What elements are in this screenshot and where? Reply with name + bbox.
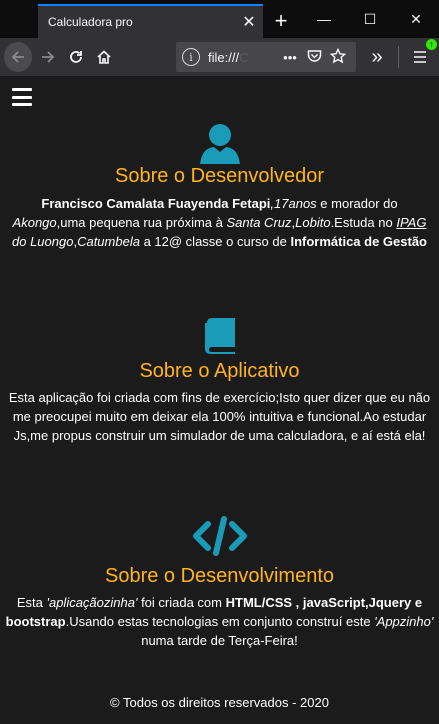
home-button[interactable]: [90, 42, 118, 72]
tab-title: Calculadora pro: [48, 15, 133, 29]
toolbar-separator: [398, 46, 399, 68]
code-icon: [0, 516, 439, 556]
nav-toolbar: i file:///C ••• » ↑: [0, 38, 439, 76]
reload-icon: [70, 51, 82, 63]
close-window-button[interactable]: ✕: [393, 0, 439, 38]
arrow-right-icon: [42, 51, 55, 63]
tab-strip: Calculadora pro ✕ + — ☐ ✕: [0, 0, 439, 38]
menu-icon: [414, 51, 426, 63]
development-text: Esta 'aplicaçãozinha' foi criada com HTM…: [5, 595, 434, 648]
app-title: Sobre o Aplicativo: [139, 360, 300, 382]
overflow-menu-button[interactable]: »: [362, 42, 392, 72]
new-tab-button[interactable]: +: [263, 4, 299, 38]
info-icon[interactable]: i: [182, 48, 200, 66]
development-title: Sobre o Desenvolvimento: [104, 565, 334, 587]
book-icon: [0, 317, 439, 355]
footer-copyright: © Todos os direitos reservados - 2020: [110, 695, 329, 710]
back-button[interactable]: [4, 42, 32, 72]
section-developer: Sobre o Desenvolvedor Francisco Camalata…: [0, 122, 439, 251]
more-actions-icon[interactable]: •••: [278, 50, 302, 65]
url-bar[interactable]: i file:///C •••: [176, 42, 356, 72]
arrow-left-icon: [11, 51, 24, 63]
section-development: Sobre o Desenvolvimento Esta 'aplicaçãoz…: [0, 516, 439, 650]
pocket-icon[interactable]: [302, 49, 326, 66]
app-menu-button[interactable]: ↑: [405, 39, 437, 72]
tab-calculadora[interactable]: Calculadora pro ✕: [38, 4, 263, 38]
minimize-button[interactable]: —: [301, 0, 347, 38]
maximize-button[interactable]: ☐: [347, 0, 393, 38]
forward-button[interactable]: [34, 42, 62, 72]
url-text[interactable]: file:///C: [208, 50, 278, 65]
user-icon: [0, 122, 439, 164]
bookmark-star-icon[interactable]: [326, 47, 350, 67]
developer-title: Sobre o Desenvolvedor: [114, 165, 324, 187]
home-icon: [97, 50, 111, 64]
page-content: Sobre o Desenvolvedor Francisco Camalata…: [0, 76, 439, 724]
update-badge-icon: ↑: [426, 39, 437, 50]
hamburger-menu-icon[interactable]: [12, 88, 32, 106]
developer-text: Francisco Camalata Fuayenda Fetapi,17ano…: [12, 196, 427, 249]
reload-button[interactable]: [62, 42, 90, 72]
tab-close-icon[interactable]: ✕: [235, 12, 263, 32]
window-controls: — ☐ ✕: [301, 0, 439, 38]
section-app: Sobre o Aplicativo Esta aplicação foi cr…: [0, 317, 439, 445]
app-text: Esta aplicação foi criada com fins de ex…: [8, 390, 431, 443]
